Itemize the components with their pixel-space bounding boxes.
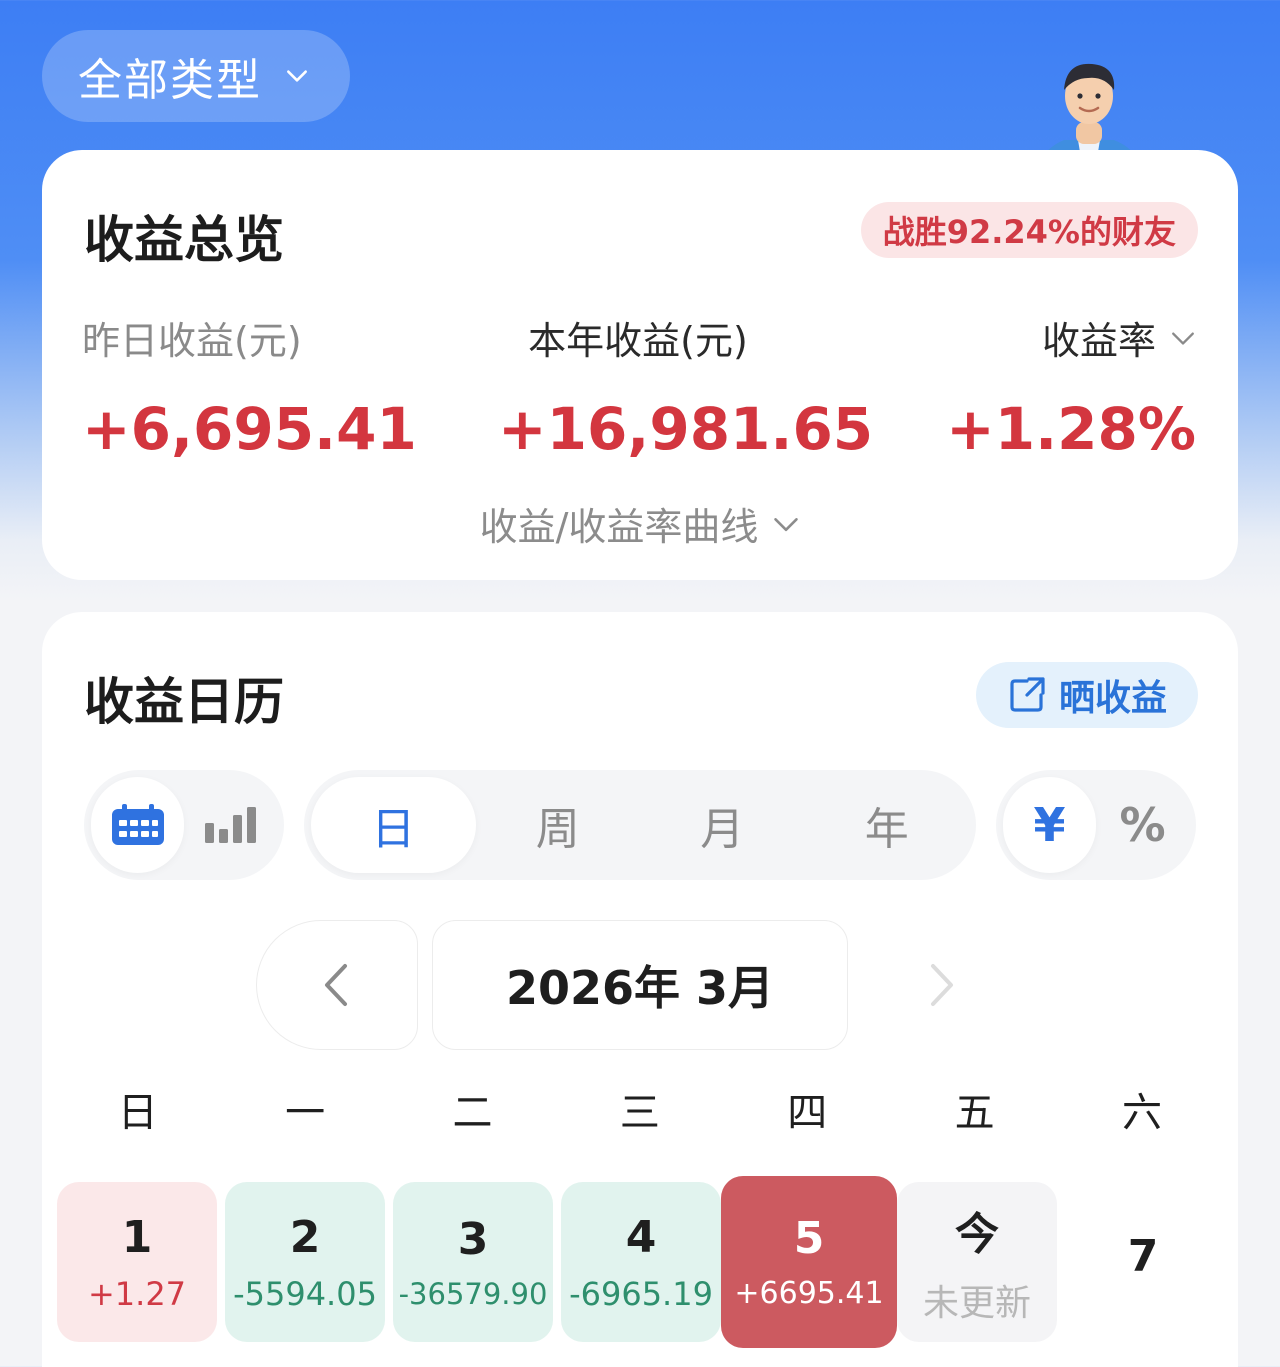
- day-number: 4: [625, 1211, 657, 1263]
- yesterday-earnings: 昨日收益(元) +6,695.41: [82, 310, 417, 463]
- day-number: 7: [1127, 1230, 1159, 1282]
- bar-chart-icon: [204, 807, 256, 843]
- share-earnings-label: 晒收益: [1058, 678, 1167, 719]
- period-year-tab[interactable]: 年: [805, 777, 970, 873]
- day-number: 1: [121, 1211, 153, 1263]
- day-number: 3: [457, 1213, 489, 1265]
- curve-toggle-button[interactable]: 收益/收益率曲线: [42, 496, 1238, 551]
- yesterday-earnings-label: 昨日收益(元): [82, 319, 302, 363]
- period-day-tab[interactable]: 日: [311, 777, 476, 873]
- year-earnings-label: 本年收益(元): [528, 319, 748, 363]
- weekday-label: 五: [954, 1090, 995, 1136]
- earnings-overview-card: 收益总览 战胜92.24%的财友 昨日收益(元) +6,695.41 本年收益(…: [42, 150, 1238, 580]
- day-amount: +6695.41: [734, 1276, 884, 1311]
- calendar-day-cell[interactable]: 1 +1.27: [57, 1182, 217, 1342]
- weekday-label: 一: [285, 1090, 326, 1136]
- weekday-label: 日: [117, 1090, 158, 1136]
- period-month-tab[interactable]: 月: [640, 777, 805, 873]
- unit-toggle: ¥ %: [996, 770, 1196, 880]
- weekday-label: 六: [1122, 1090, 1163, 1136]
- previous-month-button[interactable]: [256, 920, 418, 1050]
- weekday-label: 二: [452, 1090, 493, 1136]
- beat-percentage-badge: 战胜92.24%的财友: [860, 202, 1198, 258]
- share-icon: [1010, 677, 1045, 712]
- calendar-days-row: 1 +1.27 2 -5594.05 3 -36579.90 4 -6965.1…: [54, 1176, 1226, 1348]
- chevron-left-icon: [325, 964, 347, 1006]
- yesterday-earnings-value: +6,695.41: [82, 395, 417, 463]
- earnings-calendar-card: 收益日历 晒收益 日 周 月 年 ¥ % 2026年 3月 日 一 二 三 四 …: [42, 612, 1238, 1367]
- day-amount: -36579.90: [398, 1276, 548, 1311]
- calendar-view-option[interactable]: [91, 777, 184, 873]
- year-earnings-value: +16,981.65: [498, 395, 874, 463]
- day-amount: +1.27: [87, 1274, 187, 1313]
- calendar-day-cell-selected[interactable]: 5 +6695.41: [721, 1176, 897, 1348]
- day-number: 今: [955, 1209, 999, 1260]
- day-number: 2: [289, 1211, 321, 1263]
- return-rate-value: +1.28%: [946, 395, 1196, 463]
- share-earnings-button[interactable]: 晒收益: [976, 662, 1198, 728]
- unit-amount-option[interactable]: ¥: [1003, 777, 1096, 873]
- next-month-button[interactable]: [860, 920, 1022, 1050]
- calendar-day-cell[interactable]: 4 -6965.19: [561, 1182, 721, 1342]
- chevron-down-icon: [774, 517, 799, 531]
- return-rate[interactable]: 收益率 +1.28%: [946, 310, 1196, 463]
- calendar-title: 收益日历: [84, 673, 284, 731]
- type-filter-dropdown[interactable]: 全部类型: [42, 30, 350, 122]
- day-amount: -5594.05: [233, 1274, 377, 1313]
- weekday-header: 日 一 二 三 四 五 六: [54, 1080, 1226, 1138]
- calendar-day-cell[interactable]: 2 -5594.05: [225, 1182, 385, 1342]
- bar-chart-view-option[interactable]: [184, 777, 277, 873]
- chevron-down-icon: [287, 70, 307, 82]
- curve-toggle-label: 收益/收益率曲线: [479, 505, 759, 549]
- overview-title: 收益总览: [84, 211, 284, 269]
- return-rate-dropdown[interactable]: 收益率: [1042, 310, 1196, 365]
- chevron-down-icon: [1172, 331, 1194, 345]
- unit-percent-option[interactable]: %: [1096, 777, 1189, 873]
- weekday-label: 三: [619, 1090, 660, 1136]
- year-earnings: 本年收益(元) +16,981.65: [498, 310, 874, 463]
- return-rate-label: 收益率: [1041, 319, 1156, 363]
- view-mode-toggle: [84, 770, 284, 880]
- calendar-day-cell: 7: [1063, 1182, 1223, 1342]
- period-toggle: 日 周 月 年: [304, 770, 976, 880]
- day-status: 未更新: [922, 1283, 1031, 1324]
- period-week-tab[interactable]: 周: [476, 777, 641, 873]
- day-number: 5: [793, 1213, 825, 1264]
- calendar-day-cell[interactable]: 3 -36579.90: [393, 1182, 553, 1342]
- calendar-day-cell-today[interactable]: 今 未更新: [897, 1182, 1057, 1342]
- day-amount: -6965.19: [569, 1274, 713, 1313]
- chevron-right-icon: [931, 964, 953, 1006]
- current-month-label[interactable]: 2026年 3月: [432, 920, 848, 1050]
- weekday-label: 四: [787, 1090, 828, 1136]
- calendar-icon: [111, 804, 164, 845]
- month-navigator: 2026年 3月: [42, 920, 1238, 1050]
- type-filter-label: 全部类型: [78, 55, 262, 106]
